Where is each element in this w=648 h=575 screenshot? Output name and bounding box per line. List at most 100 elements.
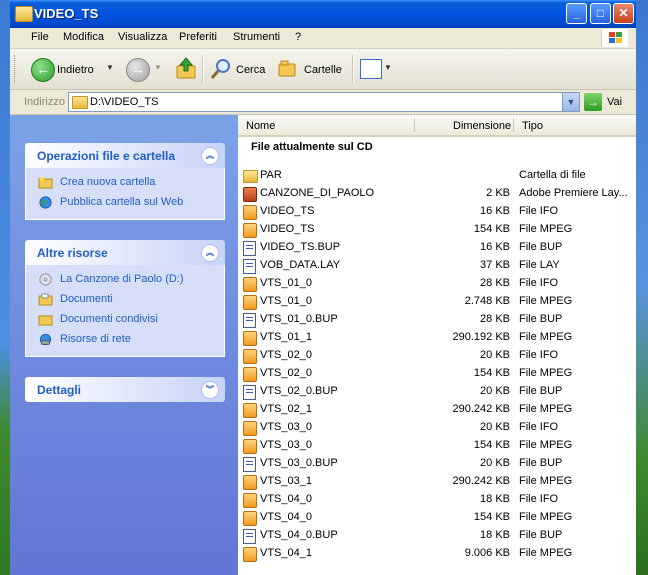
forward-arrow-icon[interactable]: → <box>126 58 150 82</box>
back-dropdown-icon[interactable]: ▼ <box>106 63 114 72</box>
file-row[interactable]: PAR Cartella di file <box>238 167 636 185</box>
search-button[interactable]: Cerca <box>236 64 265 76</box>
file-size: 18 KB <box>480 493 510 505</box>
file-row[interactable]: VTS_02_1 290.242 KB File MPEG <box>238 401 636 419</box>
go-button[interactable]: Vai <box>607 96 622 108</box>
task-label: Documenti <box>60 293 113 305</box>
file-name: VTS_03_0 <box>260 421 312 433</box>
file-type: File MPEG <box>519 223 573 235</box>
title-bar[interactable]: VIDEO_TS _ □ ✕ <box>10 0 636 28</box>
folders-button[interactable]: Cartelle <box>304 64 342 76</box>
file-row[interactable]: VTS_03_0 154 KB File MPEG <box>238 437 636 455</box>
video-file-icon <box>243 223 257 238</box>
file-size: 290.242 KB <box>452 475 511 487</box>
file-row[interactable]: VTS_02_0.BUP 20 KB File BUP <box>238 383 636 401</box>
file-row[interactable]: VIDEO_TS 154 KB File MPEG <box>238 221 636 239</box>
file-type: File MPEG <box>519 367 573 379</box>
file-row[interactable]: VTS_01_0 2.748 KB File MPEG <box>238 293 636 311</box>
file-size: 290.192 KB <box>452 331 511 343</box>
explorer-window: VIDEO_TS _ □ ✕ File Modifica Visualizza … <box>10 0 636 575</box>
menu-visualizza[interactable]: Visualizza <box>118 31 167 43</box>
details-panel: Dettagli ︾ <box>25 377 225 402</box>
file-type: File MPEG <box>519 511 573 523</box>
menu-strumenti[interactable]: Strumenti <box>233 31 280 43</box>
file-name: VTS_03_1 <box>260 475 312 487</box>
panel-header[interactable]: Altre risorse ︽ <box>25 240 225 265</box>
file-row[interactable]: VTS_02_0 154 KB File MPEG <box>238 365 636 383</box>
file-row[interactable]: VTS_02_0 20 KB File IFO <box>238 347 636 365</box>
menu-file[interactable]: File <box>31 31 49 43</box>
file-size: 28 KB <box>480 277 510 289</box>
folders-icon[interactable] <box>278 59 298 77</box>
address-input[interactable]: D:\VIDEO_TS ▼ <box>68 92 580 112</box>
place-cd-drive[interactable]: La Canzone di Paolo (D:) <box>26 270 224 290</box>
task-label: Pubblica cartella sul Web <box>60 196 184 208</box>
file-row[interactable]: VTS_04_1 9.006 KB File MPEG <box>238 545 636 563</box>
folder-up-icon[interactable] <box>176 57 196 79</box>
file-row[interactable]: VTS_01_0 28 KB File IFO <box>238 275 636 293</box>
file-type: File IFO <box>519 205 559 217</box>
views-dropdown-icon[interactable]: ▼ <box>384 63 392 72</box>
go-arrow-icon[interactable]: → <box>584 93 602 111</box>
file-type: File MPEG <box>519 295 573 307</box>
file-name: VIDEO_TS <box>260 223 315 235</box>
file-row[interactable]: VTS_01_1 290.192 KB File MPEG <box>238 329 636 347</box>
file-name: VTS_02_1 <box>260 403 312 415</box>
place-network[interactable]: Risorse di rete <box>26 330 224 350</box>
file-row[interactable]: VTS_03_0.BUP 20 KB File BUP <box>238 455 636 473</box>
place-shared-documents[interactable]: Documenti condivisi <box>26 310 224 330</box>
file-name: PAR <box>260 169 282 181</box>
column-size[interactable]: Dimensione <box>453 120 511 132</box>
column-type[interactable]: Tipo <box>522 120 543 132</box>
panel-header[interactable]: Operazioni file e cartella ︽ <box>25 143 225 168</box>
minimize-button[interactable]: _ <box>566 3 587 24</box>
file-name: VTS_02_0.BUP <box>260 385 338 397</box>
video-file-icon <box>243 511 257 526</box>
maximize-button[interactable]: □ <box>590 3 611 24</box>
menu-preferiti[interactable]: Preferiti <box>179 31 217 43</box>
place-documents[interactable]: Documenti <box>26 290 224 310</box>
file-type: File BUP <box>519 385 563 397</box>
file-name: VOB_DATA.LAY <box>260 259 341 271</box>
other-places-panel: Altre risorse ︽ La Canzone di Paolo (D:)… <box>25 240 225 357</box>
premiere-file-icon <box>243 187 257 202</box>
file-row[interactable]: VTS_03_0 20 KB File IFO <box>238 419 636 437</box>
back-arrow-icon[interactable]: ← <box>31 58 55 82</box>
file-name: VTS_04_0 <box>260 493 312 505</box>
views-icon[interactable] <box>360 59 382 79</box>
panel-header[interactable]: Dettagli ︾ <box>25 377 225 402</box>
toolbar-grip[interactable] <box>14 55 18 83</box>
file-size: 18 KB <box>480 529 510 541</box>
search-icon[interactable] <box>210 58 232 80</box>
column-name[interactable]: Nome <box>246 120 275 132</box>
address-label: Indirizzo <box>24 96 65 108</box>
file-list: Nome Dimensione Tipo File attualmente su… <box>238 115 636 575</box>
file-size: 290.242 KB <box>452 403 511 415</box>
file-row[interactable]: VIDEO_TS 16 KB File IFO <box>238 203 636 221</box>
file-size: 2.748 KB <box>464 295 510 307</box>
file-row[interactable]: VOB_DATA.LAY 37 KB File LAY <box>238 257 636 275</box>
file-row[interactable]: CANZONE_DI_PAOLO 2 KB Adobe Premiere Lay..… <box>238 185 636 203</box>
back-button[interactable]: Indietro <box>57 64 94 76</box>
close-button[interactable]: ✕ <box>613 3 634 24</box>
task-label: La Canzone di Paolo (D:) <box>60 273 184 285</box>
chevron-up-icon[interactable]: ︽ <box>201 244 219 262</box>
task-publish-web[interactable]: Pubblica cartella sul Web <box>26 193 224 213</box>
chevron-up-icon[interactable]: ︽ <box>201 147 219 165</box>
file-name: VIDEO_TS <box>260 205 315 217</box>
file-type: Cartella di file <box>519 169 586 181</box>
file-row[interactable]: VTS_04_0.BUP 18 KB File BUP <box>238 527 636 545</box>
forward-dropdown-icon[interactable]: ▼ <box>154 63 162 72</box>
video-file-icon <box>243 367 257 382</box>
menu-modifica[interactable]: Modifica <box>63 31 104 43</box>
menu-help[interactable]: ? <box>295 31 301 43</box>
file-size: 20 KB <box>480 421 510 433</box>
toolbar-separator <box>202 55 204 83</box>
file-row[interactable]: VIDEO_TS.BUP 16 KB File BUP <box>238 239 636 257</box>
address-dropdown-icon[interactable]: ▼ <box>562 93 579 111</box>
file-row[interactable]: VTS_01_0.BUP 28 KB File BUP <box>238 311 636 329</box>
video-file-icon <box>243 421 257 436</box>
task-new-folder[interactable]: Crea nuova cartella <box>26 173 224 193</box>
chevron-down-icon[interactable]: ︾ <box>201 381 219 399</box>
file-row[interactable]: VTS_04_0 154 KB File MPEG <box>238 509 636 527</box>
